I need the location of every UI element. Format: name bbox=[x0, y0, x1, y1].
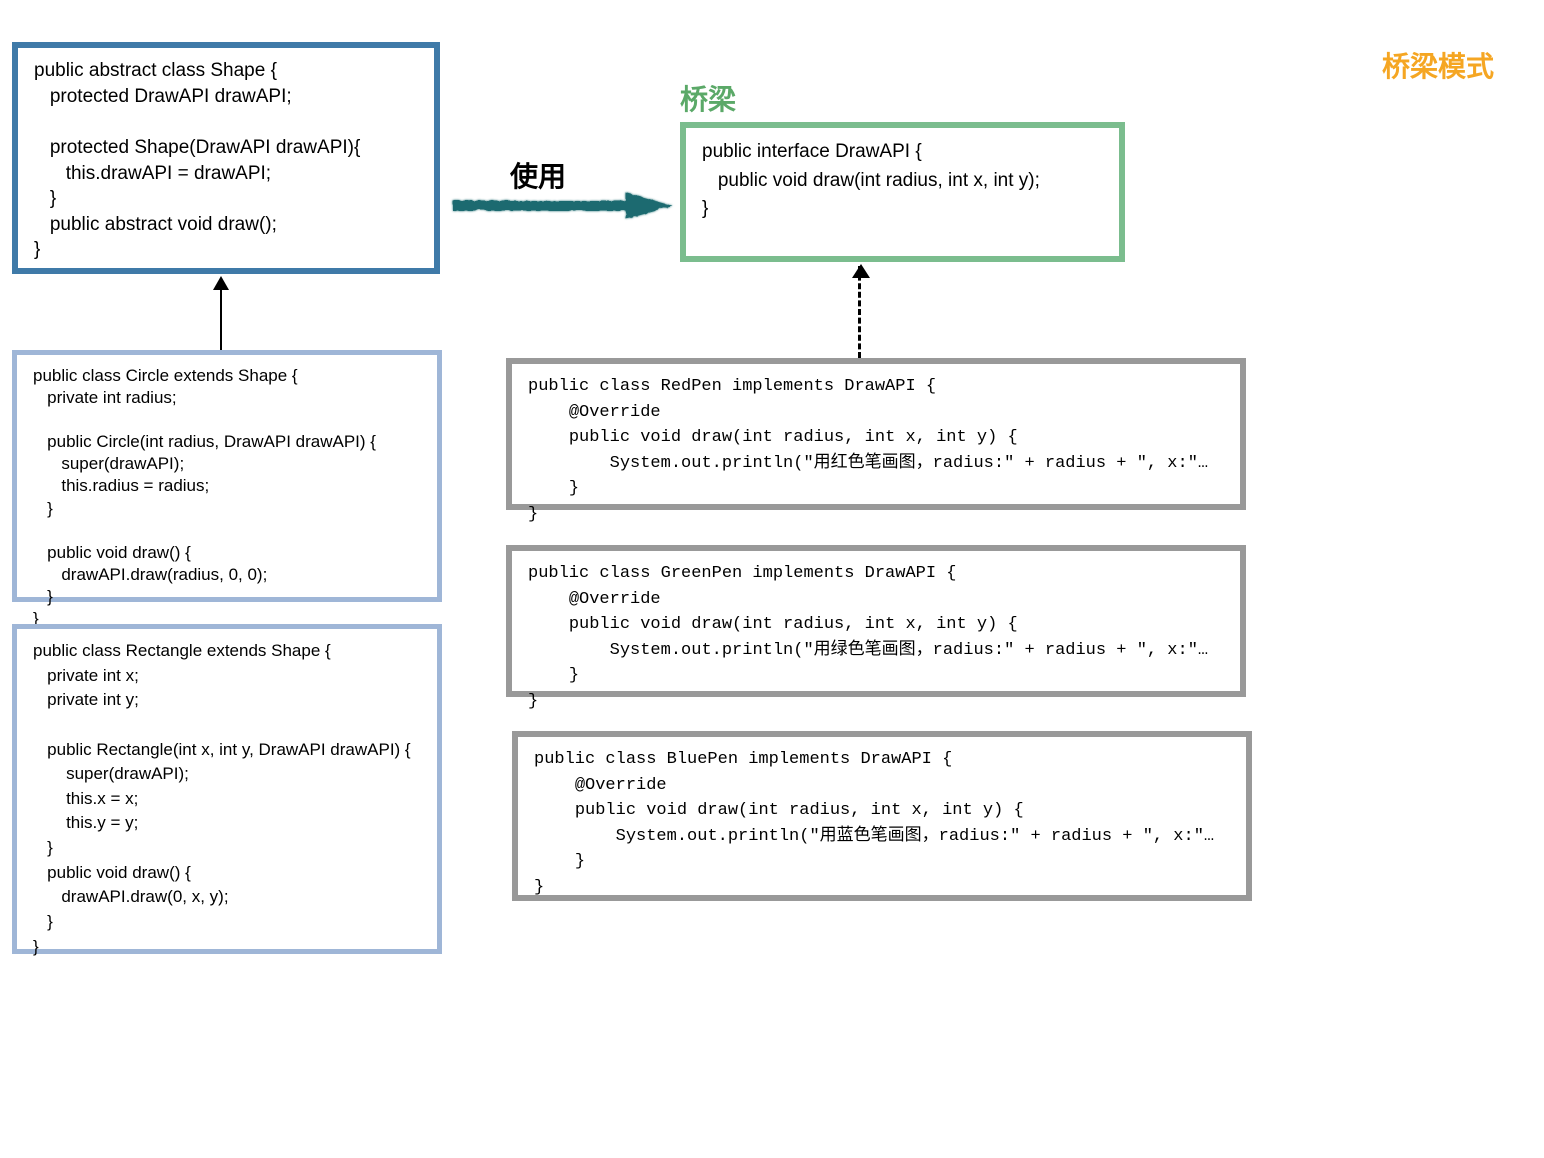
drawapi-interface-box: public interface DrawAPI { public void d… bbox=[680, 122, 1125, 262]
bluepen-code: public class BluePen implements DrawAPI … bbox=[534, 747, 1230, 900]
greenpen-class-box: public class GreenPen implements DrawAPI… bbox=[506, 545, 1246, 697]
inheritance-arrow-icon bbox=[220, 278, 222, 350]
bluepen-class-box: public class BluePen implements DrawAPI … bbox=[512, 731, 1252, 901]
bridge-label: 桥梁 bbox=[680, 78, 736, 118]
circle-code: public class Circle extends Shape { priv… bbox=[33, 365, 421, 630]
greenpen-code: public class GreenPen implements DrawAPI… bbox=[528, 561, 1224, 714]
redpen-code: public class RedPen implements DrawAPI {… bbox=[528, 374, 1224, 527]
use-arrow-icon bbox=[450, 190, 675, 225]
pattern-title: 桥梁模式 bbox=[1382, 45, 1494, 85]
rectangle-class-box: public class Rectangle extends Shape { p… bbox=[12, 624, 442, 954]
shape-code: public abstract class Shape { protected … bbox=[34, 58, 418, 263]
circle-class-box: public class Circle extends Shape { priv… bbox=[12, 350, 442, 602]
rectangle-code: public class Rectangle extends Shape { p… bbox=[33, 639, 421, 959]
shape-class-box: public abstract class Shape { protected … bbox=[12, 42, 440, 274]
drawapi-code: public interface DrawAPI { public void d… bbox=[702, 138, 1103, 224]
implements-arrow-icon bbox=[858, 266, 861, 358]
redpen-class-box: public class RedPen implements DrawAPI {… bbox=[506, 358, 1246, 510]
use-label: 使用 bbox=[510, 155, 566, 195]
